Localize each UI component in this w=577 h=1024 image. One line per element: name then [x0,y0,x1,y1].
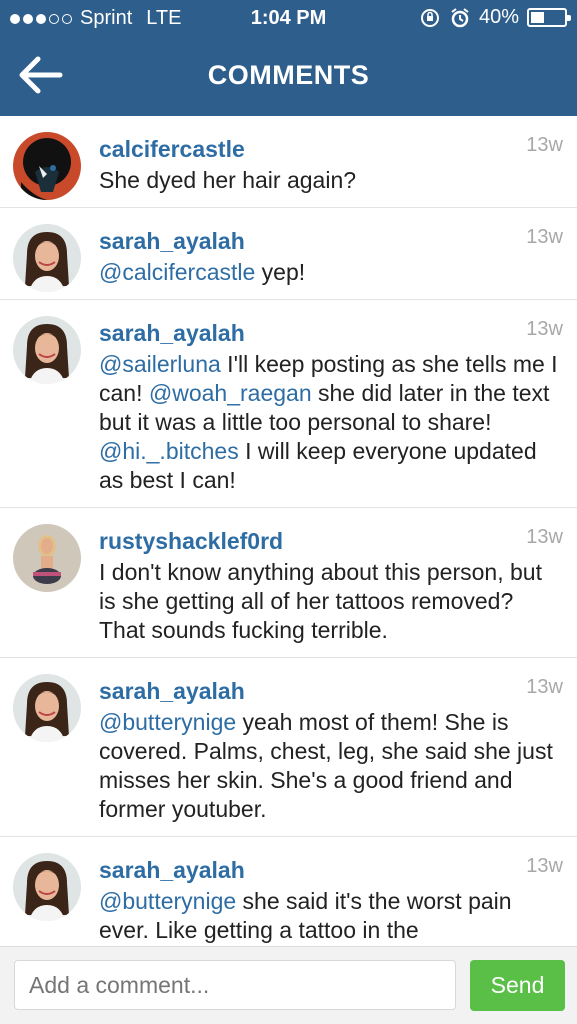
comment-timestamp: 13w [526,318,563,340]
page-title: COMMENTS [207,60,370,90]
mention-link[interactable]: @calcifercastle [99,259,255,285]
comment-text: I don't know anything about this person,… [99,558,563,645]
avatar[interactable] [13,524,81,592]
comment-username[interactable]: calcifercastle [99,134,563,164]
comment-text: @calcifercastle yep! [99,258,563,287]
comment-text: @butterynige yeah most of them! She is c… [99,708,563,824]
status-bar: Sprint LTE 1:04 PM 40% [0,0,577,38]
avatar[interactable] [13,674,81,742]
comment-item[interactable]: sarah_ayalah 13w @butterynige she said it'… [0,837,577,946]
comment-username[interactable]: sarah_ayalah [99,855,563,885]
avatar[interactable] [13,224,81,292]
battery-nub [567,15,571,21]
comment-timestamp: 13w [526,134,563,156]
comment-username[interactable]: rustyshacklef0rd [99,526,563,556]
comment-timestamp: 13w [526,226,563,248]
comment-item[interactable]: sarah_ayalah 13w @sailerluna I'll keep pos… [0,300,577,508]
mention-link[interactable]: @woah_raegan [149,380,312,406]
send-button[interactable]: Send [470,960,565,1011]
comment-timestamp: 13w [526,676,563,698]
avatar[interactable] [13,316,81,384]
mention-link[interactable]: @butterynige [99,709,236,735]
avatar[interactable] [13,853,81,921]
comment-input[interactable] [14,960,456,1010]
battery-fill [531,12,544,23]
comment-item[interactable]: sarah_ayalah 13w @butterynige yeah most of… [0,658,577,837]
mention-link[interactable]: @butterynige [99,888,236,914]
comment-item[interactable]: sarah_ayalah 13w @calcifercastle yep! [0,208,577,300]
comment-timestamp: 13w [526,855,563,877]
comment-composer: Send [0,946,577,1024]
comment-item[interactable]: rustyshacklef0rd 13w I don't know anything… [0,508,577,658]
avatar[interactable] [13,132,81,200]
comment-text: @butterynige she said it's the worst pai… [99,887,563,945]
comment-item[interactable]: calcifercastle 13w She dyed her hair again… [0,116,577,208]
alarm-icon [451,7,469,27]
comment-text: @sailerluna I'll keep posting as she tel… [99,350,563,495]
comment-text-segment: I don't know anything about this person,… [99,559,542,643]
comment-username[interactable]: sarah_ayalah [99,226,563,256]
mention-link[interactable]: @hi._.bitches [99,438,239,464]
battery-icon [527,8,571,27]
rotation-lock-icon [420,8,439,27]
comment-text-segment: She dyed her hair again? [99,167,357,193]
battery-percent: 40% [478,6,519,28]
comment-text-segment: yep! [255,259,306,285]
comment-username[interactable]: sarah_ayalah [99,318,563,348]
comment-username[interactable]: sarah_ayalah [99,676,563,706]
comment-text: She dyed her hair again? [99,166,563,195]
mention-link[interactable]: @sailerluna [99,351,221,377]
comments-list[interactable]: calcifercastle 13w She dyed her hair again… [0,116,577,946]
comment-timestamp: 13w [526,526,563,548]
header: Sprint LTE 1:04 PM 40% COMMENTS [0,0,577,116]
status-right: 40% [419,6,571,29]
